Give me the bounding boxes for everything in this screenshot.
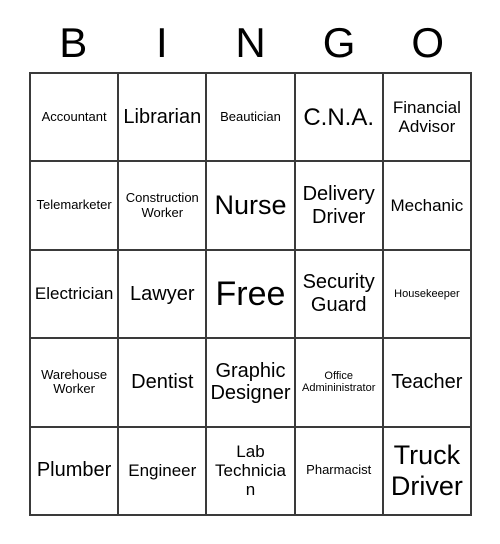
- bingo-cell-label: Engineer: [128, 461, 197, 481]
- bingo-cell-i4[interactable]: Dentist: [119, 339, 208, 428]
- bingo-cell-g4[interactable]: Office Admininistrator: [295, 339, 384, 428]
- bingo-cell-label: Lawyer: [130, 282, 195, 305]
- bingo-cell-n5[interactable]: Lab Technician: [207, 427, 296, 516]
- bingo-cell-label: Office Admininistrator: [302, 369, 376, 395]
- bingo-cell-g1[interactable]: C.N.A.: [295, 74, 384, 163]
- bingo-header-letter-g: G: [322, 19, 356, 66]
- bingo-cell-label: Delivery Driver: [302, 182, 375, 228]
- bingo-cell-n1[interactable]: Beautician: [207, 74, 296, 163]
- bingo-header-row: B I N G O: [29, 14, 472, 72]
- bingo-cell-label: Financial Advisor: [392, 97, 461, 137]
- bingo-header-letter-b: B: [59, 19, 88, 66]
- bingo-cell-b1[interactable]: Accountant: [31, 74, 120, 163]
- bingo-cell-label: Nurse: [214, 190, 287, 221]
- bingo-header-letter-i: I: [156, 19, 168, 66]
- bingo-cell-label: Accountant: [41, 108, 107, 124]
- bingo-cell-label: Warehouse Worker: [41, 366, 108, 397]
- bingo-cell-label: Dentist: [131, 370, 194, 393]
- bingo-cell-label: Librarian: [123, 105, 202, 128]
- bingo-grid: Accountant Librarian Beautician C.N.A. F…: [29, 72, 472, 516]
- bingo-cell-i2[interactable]: Construction Worker: [119, 162, 208, 251]
- bingo-card: B I N G O Accountant Librarian Beauticia…: [0, 0, 500, 544]
- bingo-cell-label: Pharmacist: [306, 462, 372, 478]
- bingo-cell-b5[interactable]: Plumber: [31, 427, 120, 516]
- bingo-cell-b3[interactable]: Electrician: [31, 250, 120, 340]
- bingo-cell-label: Graphic Designer: [210, 359, 291, 405]
- bingo-cell-i5[interactable]: Engineer: [119, 427, 208, 516]
- bingo-cell-label: Teacher: [391, 370, 463, 393]
- bingo-free-space-label: Free: [215, 274, 286, 313]
- bingo-cell-o3[interactable]: Housekeeper: [383, 250, 472, 340]
- bingo-cell-label: Lab Technician: [215, 441, 286, 500]
- bingo-cell-n2[interactable]: Nurse: [207, 162, 296, 251]
- bingo-cell-o2[interactable]: Mechanic: [383, 162, 472, 251]
- bingo-cell-o1[interactable]: Financial Advisor: [383, 74, 472, 163]
- bingo-cell-o5[interactable]: Truck Driver: [383, 427, 472, 516]
- bingo-cell-i3[interactable]: Lawyer: [119, 250, 208, 340]
- bingo-cell-label: Telemarketer: [36, 197, 112, 213]
- bingo-header-letter-n: N: [235, 19, 266, 66]
- bingo-cell-label: Housekeeper: [394, 287, 460, 300]
- bingo-cell-label: C.N.A.: [303, 103, 375, 131]
- bingo-cell-label: Plumber: [36, 459, 112, 482]
- bingo-cell-o4[interactable]: Teacher: [383, 339, 472, 428]
- bingo-cell-g5[interactable]: Pharmacist: [295, 427, 384, 516]
- bingo-cell-label: Construction Worker: [125, 189, 199, 220]
- bingo-cell-label: Truck Driver: [390, 440, 463, 501]
- bingo-cell-g2[interactable]: Delivery Driver: [295, 162, 384, 251]
- bingo-cell-label: Mechanic: [390, 195, 464, 215]
- bingo-cell-free-space[interactable]: Free: [207, 250, 296, 340]
- bingo-cell-label: Security Guard: [302, 271, 375, 316]
- bingo-cell-n4[interactable]: Graphic Designer: [207, 339, 296, 428]
- bingo-cell-b2[interactable]: Telemarketer: [31, 162, 120, 251]
- bingo-header-letter-o: O: [411, 19, 444, 66]
- bingo-cell-label: Beautician: [220, 108, 281, 124]
- bingo-cell-g3[interactable]: Security Guard: [295, 250, 384, 340]
- bingo-cell-label: Electrician: [34, 284, 114, 304]
- bingo-cell-i1[interactable]: Librarian: [119, 74, 208, 163]
- bingo-cell-b4[interactable]: Warehouse Worker: [31, 339, 120, 428]
